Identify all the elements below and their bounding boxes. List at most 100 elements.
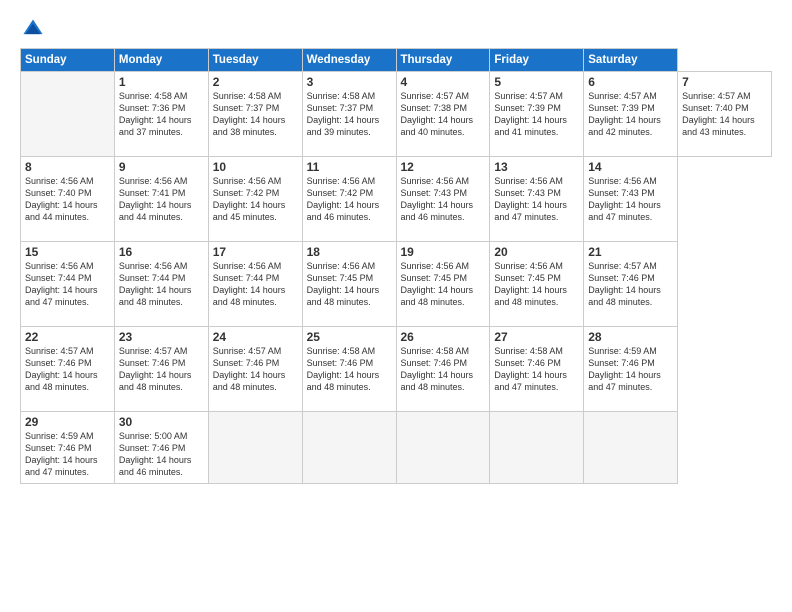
day-cell: 8Sunrise: 4:56 AM Sunset: 7:40 PM Daylig… — [21, 157, 115, 242]
day-number: 2 — [213, 75, 298, 89]
cell-details: Sunrise: 4:57 AM Sunset: 7:40 PM Dayligh… — [682, 90, 767, 139]
cell-details: Sunrise: 4:58 AM Sunset: 7:36 PM Dayligh… — [119, 90, 204, 139]
cell-details: Sunrise: 4:57 AM Sunset: 7:39 PM Dayligh… — [588, 90, 673, 139]
week-row-3: 15Sunrise: 4:56 AM Sunset: 7:44 PM Dayli… — [21, 242, 772, 327]
day-number: 8 — [25, 160, 110, 174]
day-cell: 17Sunrise: 4:56 AM Sunset: 7:44 PM Dayli… — [208, 242, 302, 327]
day-cell: 9Sunrise: 4:56 AM Sunset: 7:41 PM Daylig… — [114, 157, 208, 242]
cell-details: Sunrise: 4:58 AM Sunset: 7:37 PM Dayligh… — [213, 90, 298, 139]
day-cell: 29Sunrise: 4:59 AM Sunset: 7:46 PM Dayli… — [21, 412, 115, 484]
cell-details: Sunrise: 4:58 AM Sunset: 7:46 PM Dayligh… — [307, 345, 392, 394]
cell-details: Sunrise: 4:56 AM Sunset: 7:42 PM Dayligh… — [307, 175, 392, 224]
day-cell: 7Sunrise: 4:57 AM Sunset: 7:40 PM Daylig… — [678, 72, 772, 157]
day-number: 18 — [307, 245, 392, 259]
day-cell: 3Sunrise: 4:58 AM Sunset: 7:37 PM Daylig… — [302, 72, 396, 157]
cell-details: Sunrise: 4:56 AM Sunset: 7:43 PM Dayligh… — [401, 175, 486, 224]
cell-details: Sunrise: 4:58 AM Sunset: 7:46 PM Dayligh… — [401, 345, 486, 394]
day-number: 17 — [213, 245, 298, 259]
cell-details: Sunrise: 4:56 AM Sunset: 7:43 PM Dayligh… — [494, 175, 579, 224]
cell-details: Sunrise: 4:59 AM Sunset: 7:46 PM Dayligh… — [25, 430, 110, 479]
header-row: SundayMondayTuesdayWednesdayThursdayFrid… — [21, 49, 772, 72]
cell-details: Sunrise: 4:56 AM Sunset: 7:40 PM Dayligh… — [25, 175, 110, 224]
day-number: 24 — [213, 330, 298, 344]
day-number: 25 — [307, 330, 392, 344]
day-cell: 5Sunrise: 4:57 AM Sunset: 7:39 PM Daylig… — [490, 72, 584, 157]
day-header-tuesday: Tuesday — [208, 49, 302, 72]
day-cell: 24Sunrise: 4:57 AM Sunset: 7:46 PM Dayli… — [208, 327, 302, 412]
day-cell: 19Sunrise: 4:56 AM Sunset: 7:45 PM Dayli… — [396, 242, 490, 327]
cell-details: Sunrise: 4:56 AM Sunset: 7:45 PM Dayligh… — [401, 260, 486, 309]
day-cell: 18Sunrise: 4:56 AM Sunset: 7:45 PM Dayli… — [302, 242, 396, 327]
day-number: 28 — [588, 330, 673, 344]
day-cell: 22Sunrise: 4:57 AM Sunset: 7:46 PM Dayli… — [21, 327, 115, 412]
cell-details: Sunrise: 4:57 AM Sunset: 7:38 PM Dayligh… — [401, 90, 486, 139]
day-cell — [396, 412, 490, 484]
day-number: 15 — [25, 245, 110, 259]
cell-details: Sunrise: 4:57 AM Sunset: 7:46 PM Dayligh… — [213, 345, 298, 394]
day-number: 11 — [307, 160, 392, 174]
day-number: 5 — [494, 75, 579, 89]
cell-details: Sunrise: 4:57 AM Sunset: 7:46 PM Dayligh… — [588, 260, 673, 309]
cell-details: Sunrise: 4:56 AM Sunset: 7:45 PM Dayligh… — [307, 260, 392, 309]
week-row-2: 8Sunrise: 4:56 AM Sunset: 7:40 PM Daylig… — [21, 157, 772, 242]
day-cell — [490, 412, 584, 484]
day-number: 30 — [119, 415, 204, 429]
cell-details: Sunrise: 4:56 AM Sunset: 7:41 PM Dayligh… — [119, 175, 204, 224]
day-cell: 1Sunrise: 4:58 AM Sunset: 7:36 PM Daylig… — [114, 72, 208, 157]
day-cell: 23Sunrise: 4:57 AM Sunset: 7:46 PM Dayli… — [114, 327, 208, 412]
day-header-sunday: Sunday — [21, 49, 115, 72]
day-header-saturday: Saturday — [584, 49, 678, 72]
cell-details: Sunrise: 4:57 AM Sunset: 7:39 PM Dayligh… — [494, 90, 579, 139]
cell-details: Sunrise: 4:56 AM Sunset: 7:44 PM Dayligh… — [119, 260, 204, 309]
cell-details: Sunrise: 4:57 AM Sunset: 7:46 PM Dayligh… — [25, 345, 110, 394]
day-number: 29 — [25, 415, 110, 429]
cell-details: Sunrise: 4:56 AM Sunset: 7:44 PM Dayligh… — [25, 260, 110, 309]
day-cell — [302, 412, 396, 484]
day-cell: 4Sunrise: 4:57 AM Sunset: 7:38 PM Daylig… — [396, 72, 490, 157]
day-header-monday: Monday — [114, 49, 208, 72]
cell-details: Sunrise: 5:00 AM Sunset: 7:46 PM Dayligh… — [119, 430, 204, 479]
cell-details: Sunrise: 4:58 AM Sunset: 7:37 PM Dayligh… — [307, 90, 392, 139]
calendar: SundayMondayTuesdayWednesdayThursdayFrid… — [20, 48, 772, 484]
day-cell: 6Sunrise: 4:57 AM Sunset: 7:39 PM Daylig… — [584, 72, 678, 157]
day-cell: 27Sunrise: 4:58 AM Sunset: 7:46 PM Dayli… — [490, 327, 584, 412]
day-cell: 10Sunrise: 4:56 AM Sunset: 7:42 PM Dayli… — [208, 157, 302, 242]
day-number: 27 — [494, 330, 579, 344]
day-cell: 20Sunrise: 4:56 AM Sunset: 7:45 PM Dayli… — [490, 242, 584, 327]
day-number: 4 — [401, 75, 486, 89]
day-cell: 30Sunrise: 5:00 AM Sunset: 7:46 PM Dayli… — [114, 412, 208, 484]
day-number: 19 — [401, 245, 486, 259]
header — [20, 18, 772, 40]
cell-details: Sunrise: 4:56 AM Sunset: 7:44 PM Dayligh… — [213, 260, 298, 309]
page: SundayMondayTuesdayWednesdayThursdayFrid… — [0, 0, 792, 612]
day-number: 26 — [401, 330, 486, 344]
day-number: 14 — [588, 160, 673, 174]
day-number: 3 — [307, 75, 392, 89]
day-number: 12 — [401, 160, 486, 174]
week-row-5: 29Sunrise: 4:59 AM Sunset: 7:46 PM Dayli… — [21, 412, 772, 484]
day-header-thursday: Thursday — [396, 49, 490, 72]
day-number: 22 — [25, 330, 110, 344]
day-number: 16 — [119, 245, 204, 259]
logo-icon — [22, 18, 44, 40]
day-cell: 2Sunrise: 4:58 AM Sunset: 7:37 PM Daylig… — [208, 72, 302, 157]
day-cell: 12Sunrise: 4:56 AM Sunset: 7:43 PM Dayli… — [396, 157, 490, 242]
week-row-4: 22Sunrise: 4:57 AM Sunset: 7:46 PM Dayli… — [21, 327, 772, 412]
cell-details: Sunrise: 4:57 AM Sunset: 7:46 PM Dayligh… — [119, 345, 204, 394]
cell-details: Sunrise: 4:56 AM Sunset: 7:43 PM Dayligh… — [588, 175, 673, 224]
day-number: 7 — [682, 75, 767, 89]
day-number: 13 — [494, 160, 579, 174]
cell-details: Sunrise: 4:56 AM Sunset: 7:45 PM Dayligh… — [494, 260, 579, 309]
day-cell: 21Sunrise: 4:57 AM Sunset: 7:46 PM Dayli… — [584, 242, 678, 327]
day-cell: 13Sunrise: 4:56 AM Sunset: 7:43 PM Dayli… — [490, 157, 584, 242]
day-number: 23 — [119, 330, 204, 344]
day-cell: 26Sunrise: 4:58 AM Sunset: 7:46 PM Dayli… — [396, 327, 490, 412]
day-cell: 15Sunrise: 4:56 AM Sunset: 7:44 PM Dayli… — [21, 242, 115, 327]
cell-details: Sunrise: 4:58 AM Sunset: 7:46 PM Dayligh… — [494, 345, 579, 394]
day-header-wednesday: Wednesday — [302, 49, 396, 72]
day-cell: 28Sunrise: 4:59 AM Sunset: 7:46 PM Dayli… — [584, 327, 678, 412]
week-row-1: 1Sunrise: 4:58 AM Sunset: 7:36 PM Daylig… — [21, 72, 772, 157]
day-number: 10 — [213, 160, 298, 174]
day-number: 20 — [494, 245, 579, 259]
logo — [20, 18, 48, 40]
